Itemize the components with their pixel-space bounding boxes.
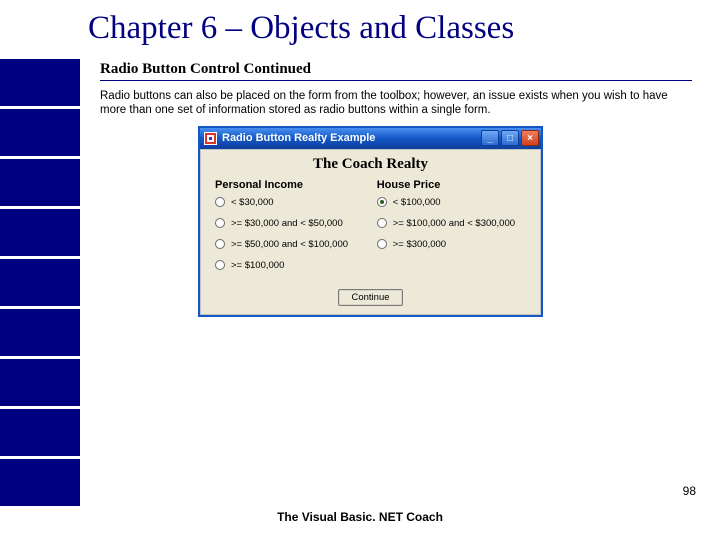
chapter-title: Chapter 6 – Objects and Classes xyxy=(88,10,700,47)
minimize-button[interactable]: _ xyxy=(481,130,499,146)
group-label-income: Personal Income xyxy=(215,179,364,191)
radio-option[interactable]: >= $100,000 and < $300,000 xyxy=(377,218,526,229)
body-text: Radio buttons can also be placed on the … xyxy=(100,89,692,118)
radio-option[interactable]: >= $100,000 xyxy=(215,260,364,271)
radio-icon xyxy=(215,197,225,207)
radio-option[interactable]: >= $30,000 and < $50,000 xyxy=(215,218,364,229)
radio-option[interactable]: < $100,000 xyxy=(377,197,526,208)
window-title: Radio Button Realty Example xyxy=(222,132,481,144)
titlebar[interactable]: Radio Button Realty Example _ □ × xyxy=(200,128,541,149)
radio-icon xyxy=(377,197,387,207)
close-button[interactable]: × xyxy=(521,130,539,146)
group-personal-income: Personal Income < $30,000 >= $30,000 and… xyxy=(215,179,364,281)
form-title: The Coach Realty xyxy=(209,156,532,173)
maximize-button[interactable]: □ xyxy=(501,130,519,146)
sidebar-accent-blocks xyxy=(0,59,80,509)
continue-button[interactable]: Continue xyxy=(338,289,402,306)
radio-option[interactable]: < $30,000 xyxy=(215,197,364,208)
example-window: Radio Button Realty Example _ □ × The Co… xyxy=(198,126,543,317)
radio-icon xyxy=(377,239,387,249)
radio-option[interactable]: >= $50,000 and < $100,000 xyxy=(215,239,364,250)
radio-option[interactable]: >= $300,000 xyxy=(377,239,526,250)
section-underline xyxy=(100,80,692,81)
radio-icon xyxy=(215,218,225,228)
section-subtitle: Radio Button Control Continued xyxy=(100,61,700,78)
radio-icon xyxy=(377,218,387,228)
group-house-price: House Price < $100,000 >= $100,000 and <… xyxy=(377,179,526,281)
page-number: 98 xyxy=(683,484,696,498)
app-icon xyxy=(204,132,217,145)
footer-text: The Visual Basic. NET Coach xyxy=(0,510,720,524)
radio-icon xyxy=(215,239,225,249)
window-client-area: The Coach Realty Personal Income < $30,0… xyxy=(200,149,541,315)
radio-icon xyxy=(215,260,225,270)
group-label-price: House Price xyxy=(377,179,526,191)
